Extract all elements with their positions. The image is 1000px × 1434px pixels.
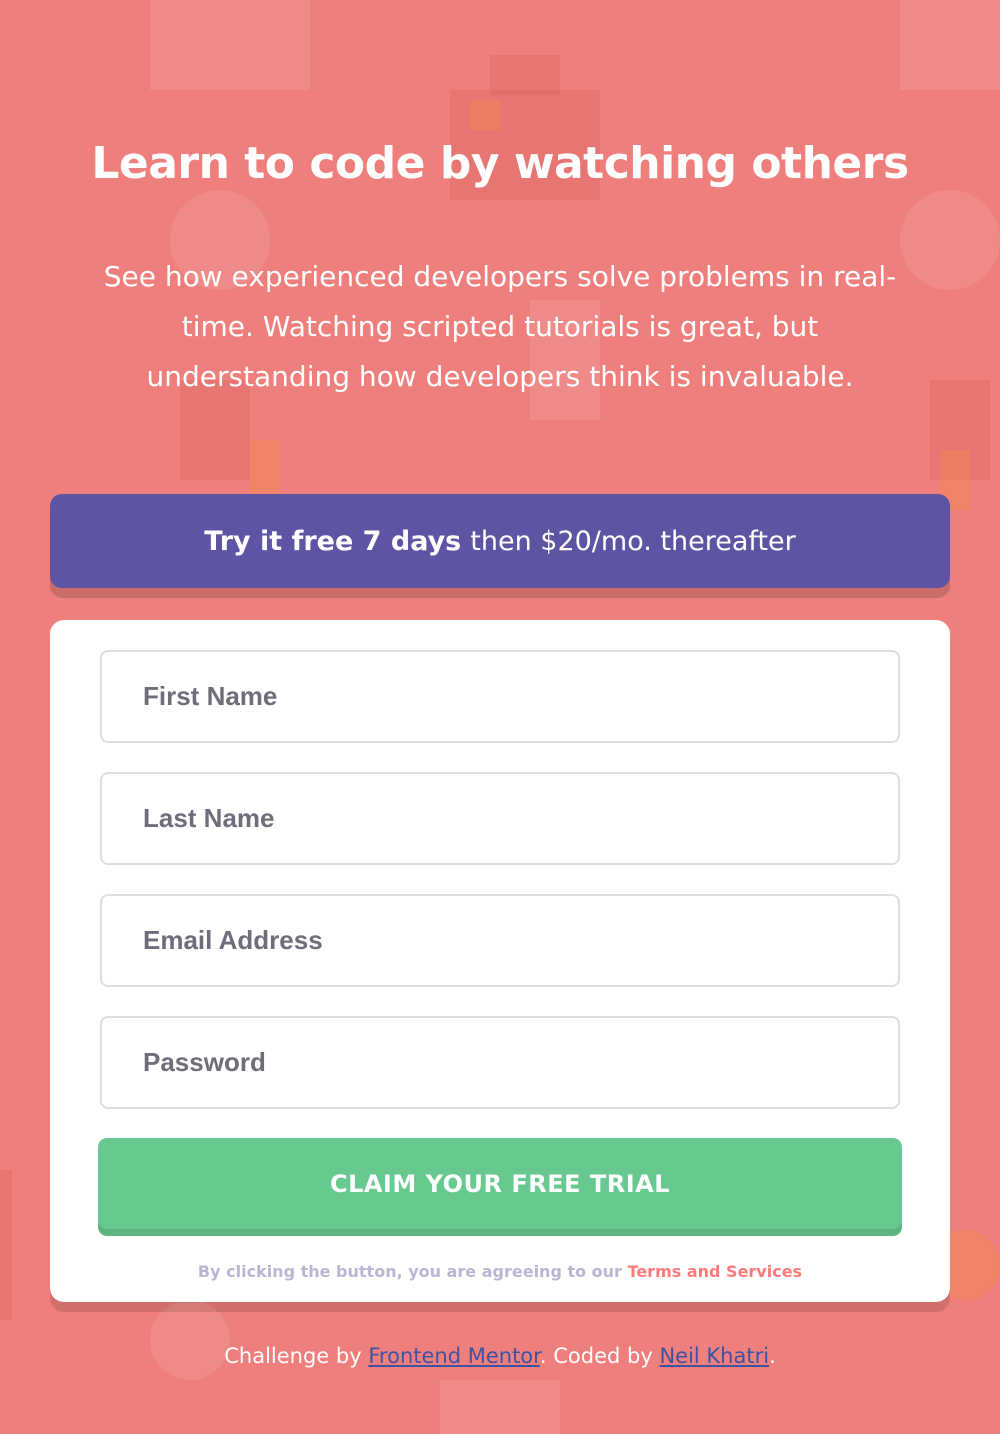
attribution-middle: . Coded by: [539, 1344, 653, 1368]
email-field: [100, 894, 900, 987]
claim-trial-button[interactable]: CLAIM YOUR FREE TRIAL: [98, 1138, 902, 1236]
email-input[interactable]: [143, 925, 898, 956]
password-field: [100, 1016, 900, 1109]
author-link[interactable]: Neil Khatri: [659, 1344, 769, 1368]
last-name-input[interactable]: [143, 803, 898, 834]
hero-description: See how experienced developers solve pro…: [103, 260, 897, 393]
trial-banner-text: then $20/mo. thereafter: [470, 525, 796, 557]
page-title: Learn to code by watching others: [91, 138, 909, 189]
terms-prefix: By clicking the button, you are agreeing…: [197, 1262, 622, 1281]
password-input[interactable]: [143, 1047, 898, 1078]
attribution: Challenge by Frontend Mentor. Coded by N…: [0, 1344, 1000, 1368]
trial-banner-bold: Try it free 7 days: [204, 525, 462, 557]
terms-notice: By clicking the button, you are agreeing…: [50, 1262, 950, 1281]
attribution-prefix: Challenge by: [224, 1344, 362, 1368]
trial-banner: Try it free 7 days then $20/mo. thereaft…: [50, 494, 950, 588]
first-name-input[interactable]: [143, 681, 898, 712]
first-name-field: [100, 650, 900, 743]
frontend-mentor-link[interactable]: Frontend Mentor: [368, 1344, 540, 1368]
attribution-suffix: .: [769, 1344, 776, 1368]
terms-link[interactable]: Terms and Services: [628, 1262, 803, 1281]
last-name-field: [100, 772, 900, 865]
signup-form: CLAIM YOUR FREE TRIAL By clicking the bu…: [50, 620, 950, 1302]
